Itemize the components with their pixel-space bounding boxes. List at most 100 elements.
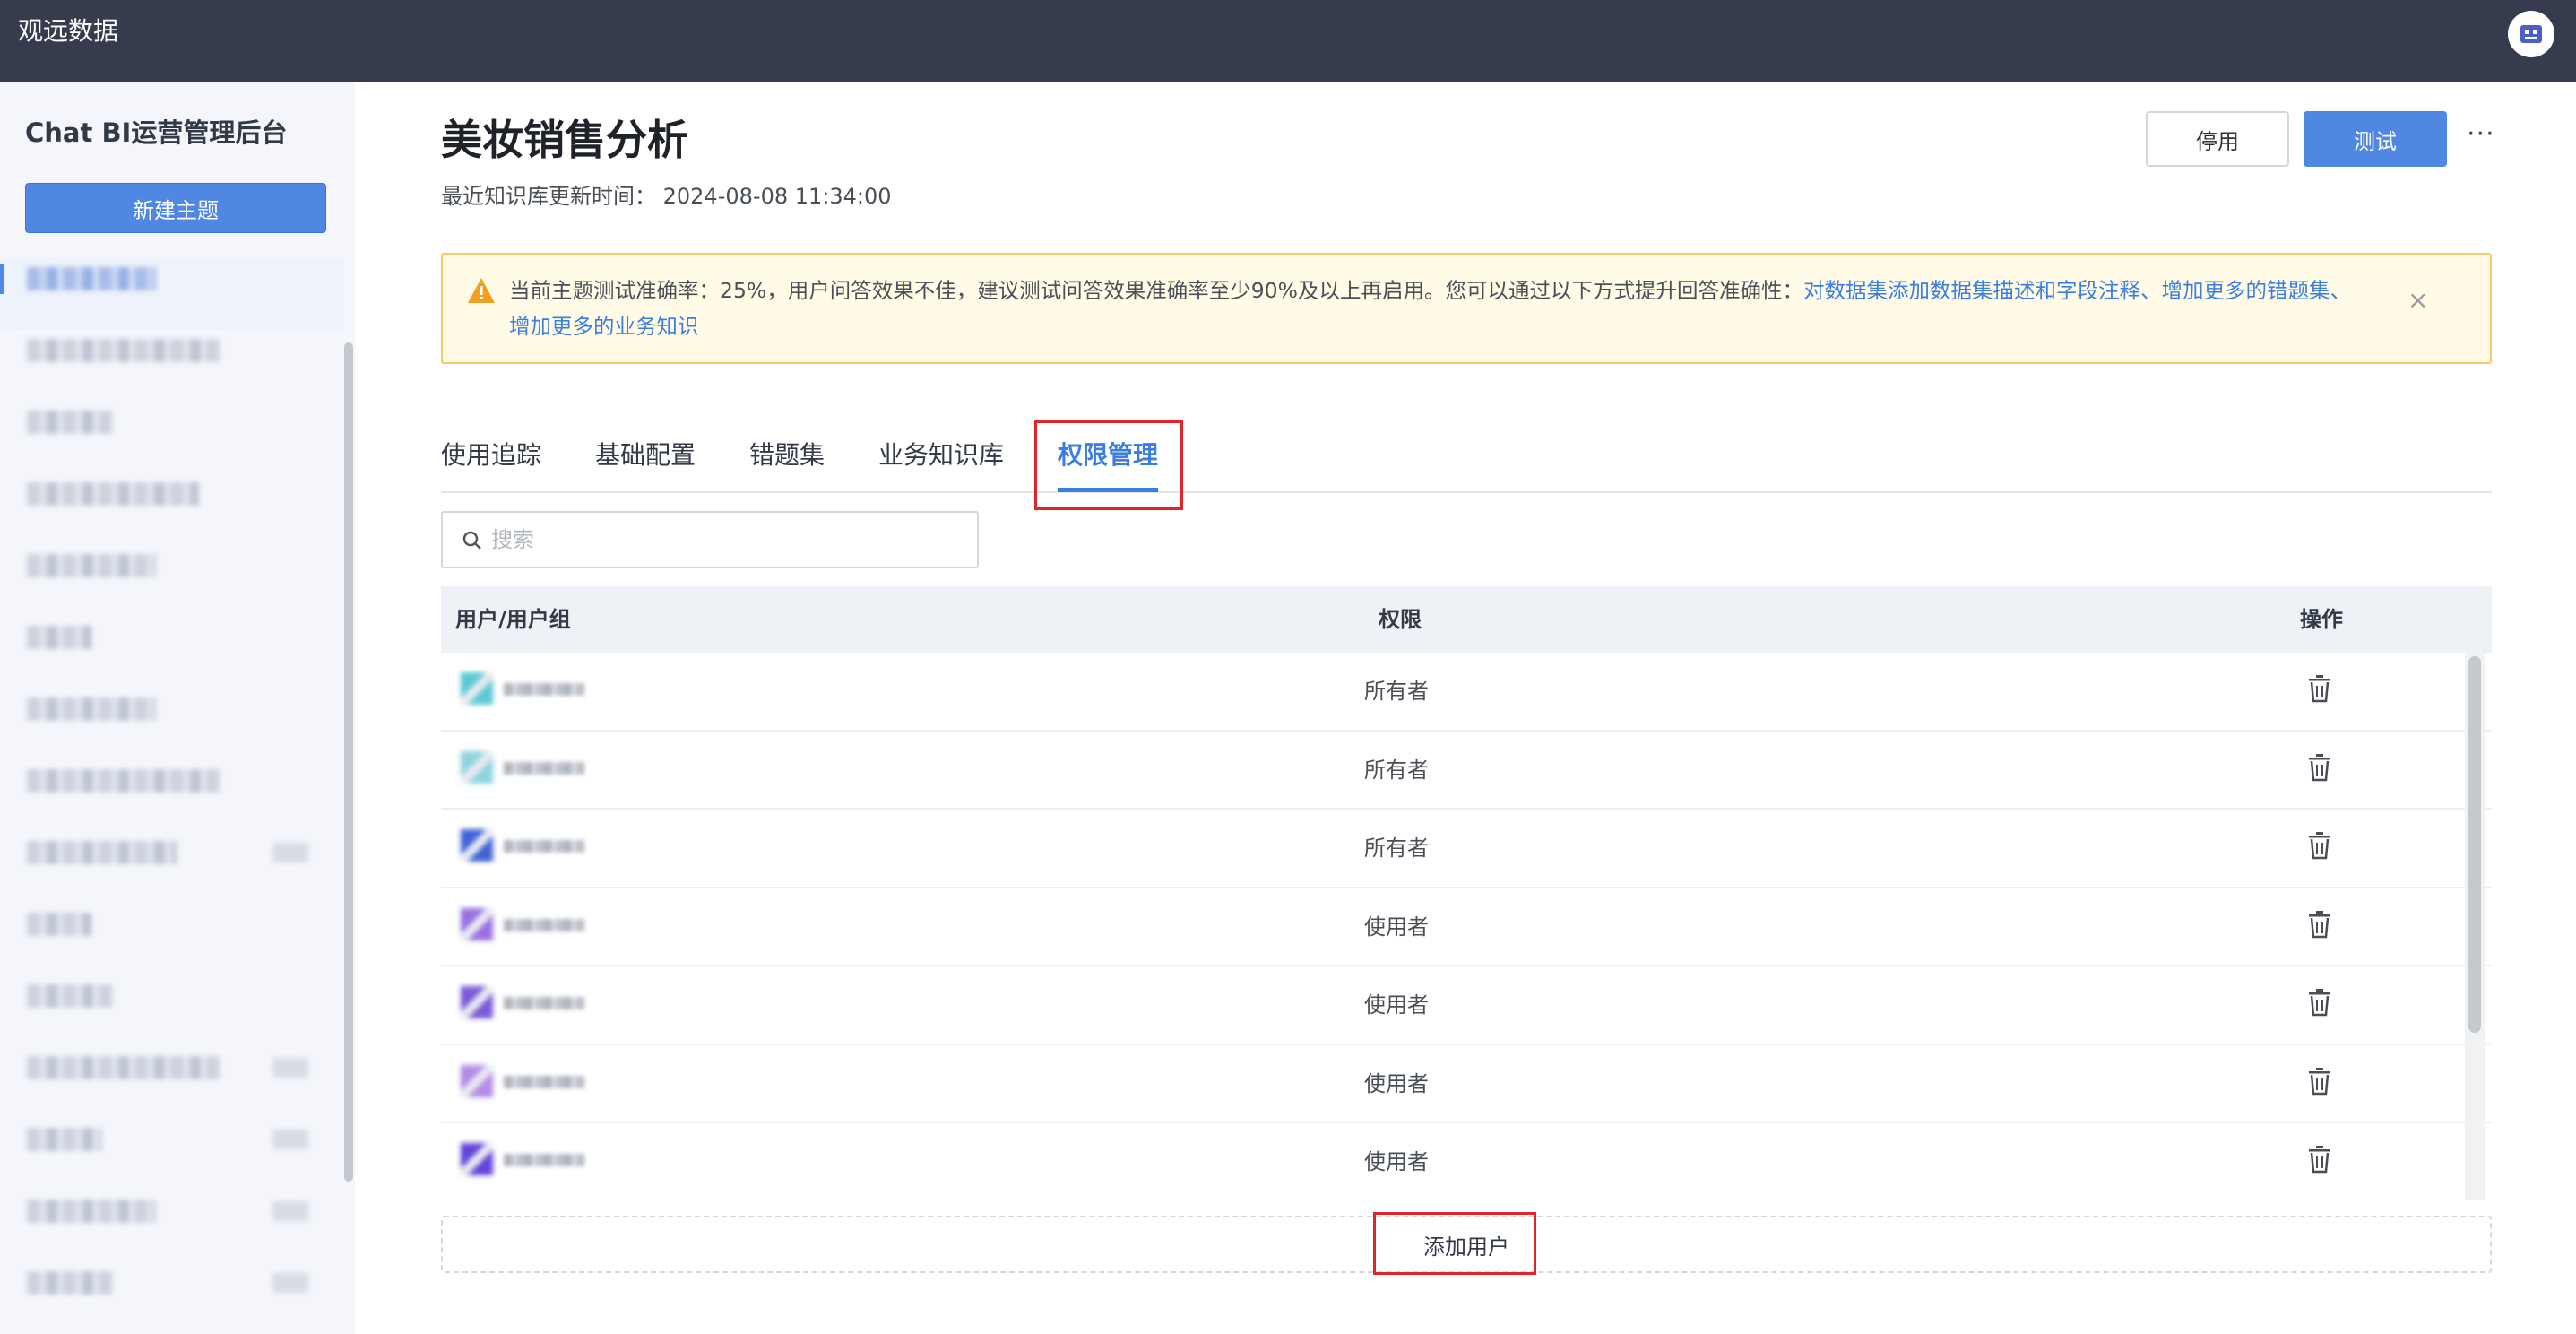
permission-label: 使用者 xyxy=(1364,1070,1429,1096)
more-icon[interactable]: ··· xyxy=(2467,118,2495,150)
topic-name-redacted xyxy=(27,554,156,577)
user-name-redacted xyxy=(504,761,584,775)
avatar xyxy=(461,750,493,784)
user-name-redacted xyxy=(504,1075,584,1088)
table-row: 使用者 xyxy=(441,888,2492,966)
table-row: 使用者 xyxy=(441,966,2492,1045)
user-name-redacted xyxy=(504,918,584,931)
new-topic-button[interactable]: 新建主题 xyxy=(25,183,326,233)
sidebar-topic-item[interactable] xyxy=(0,904,344,975)
sidebar-topic-item[interactable] xyxy=(0,832,344,904)
alert-link-knowledge[interactable]: 增加更多的业务知识 xyxy=(509,314,699,339)
page-title: 美妆销售分析 xyxy=(441,116,688,164)
topic-name-redacted xyxy=(27,769,220,793)
topic-tag-redacted xyxy=(272,1273,308,1293)
user-name-redacted xyxy=(504,840,584,853)
topic-tag-redacted xyxy=(272,1130,308,1149)
tab-business-knowledge[interactable]: 业务知识库 xyxy=(878,437,1004,473)
table-row: 所有者 xyxy=(441,810,2492,888)
alert-link-dataset[interactable]: 对数据集添加数据集描述和字段注释、增加更多的错题集、 xyxy=(1803,278,2351,303)
sidebar-topic-item[interactable] xyxy=(0,473,344,545)
topic-name-redacted xyxy=(27,697,156,721)
avatar xyxy=(461,1143,493,1175)
sidebar-topic-item[interactable] xyxy=(0,330,344,402)
brand-name: 观远数据 xyxy=(18,16,119,46)
tab-error-set[interactable]: 错题集 xyxy=(749,437,825,473)
permission-label: 所有者 xyxy=(1364,836,1429,861)
header-permission: 权限 xyxy=(1379,607,1422,632)
topic-name-redacted xyxy=(27,411,113,434)
delete-icon[interactable] xyxy=(2307,910,2332,942)
topic-name-redacted xyxy=(27,626,91,649)
header-user: 用户/用户组 xyxy=(455,607,571,632)
sidebar-topic-item[interactable] xyxy=(0,1191,344,1262)
topic-tag-redacted xyxy=(272,1201,308,1221)
topic-name-redacted xyxy=(27,984,113,1008)
permission-label: 所有者 xyxy=(1364,757,1429,783)
delete-icon[interactable] xyxy=(2307,988,2332,1020)
sidebar-topic-item[interactable] xyxy=(0,258,344,330)
close-icon[interactable]: × xyxy=(2407,285,2428,315)
tab-usage-tracking[interactable]: 使用追踪 xyxy=(441,437,541,473)
add-user-highlight-box xyxy=(1373,1212,1536,1275)
sidebar-topic-item[interactable] xyxy=(0,402,344,473)
permission-label: 使用者 xyxy=(1364,1149,1429,1174)
table-header: 用户/用户组 权限 操作 xyxy=(441,586,2492,653)
tab-basic-config[interactable]: 基础配置 xyxy=(595,437,696,473)
delete-icon[interactable] xyxy=(2307,674,2332,706)
table-scrollbar[interactable] xyxy=(2468,656,2481,1033)
search-box[interactable] xyxy=(441,511,979,568)
topic-name-redacted xyxy=(27,913,91,936)
topic-name-redacted xyxy=(27,1271,113,1295)
sidebar-topic-item[interactable] xyxy=(0,1047,344,1119)
sidebar-topic-item[interactable] xyxy=(0,1119,344,1191)
user-name-redacted xyxy=(504,683,584,696)
alert-message: 当前主题测试准确率：25%，用户问答效果不佳，建议测试问答效果准确率至少90%及… xyxy=(509,278,1803,303)
avatar xyxy=(461,829,493,862)
topic-name-redacted xyxy=(27,1056,220,1079)
avatar xyxy=(461,907,493,940)
table-row: 所有者 xyxy=(441,653,2492,732)
warning-icon xyxy=(466,276,497,308)
sidebar-topic-item[interactable] xyxy=(0,975,344,1047)
topic-name-redacted xyxy=(27,482,199,506)
table-row: 所有者 xyxy=(441,732,2492,810)
header-actions: 操作 xyxy=(2300,607,2343,632)
delete-icon[interactable] xyxy=(2307,1067,2332,1099)
tab-bar: 使用追踪 基础配置 错题集 业务知识库 权限管理 xyxy=(441,432,2492,493)
sidebar-topic-item[interactable] xyxy=(0,689,344,760)
table-body: 所有者 所有者 所有者 使用者 使用者 使用者 使用者 xyxy=(441,653,2492,1200)
table-row: 使用者 xyxy=(441,1045,2492,1123)
topic-name-redacted xyxy=(27,339,220,362)
avatar xyxy=(461,986,493,1018)
sidebar-topic-item[interactable] xyxy=(0,617,344,689)
user-name-redacted xyxy=(504,997,584,1009)
disable-button[interactable]: 停用 xyxy=(2146,111,2289,167)
delete-icon[interactable] xyxy=(2307,753,2332,785)
permission-table: 用户/用户组 权限 操作 所有者 所有者 所有者 使用者 使用者 使用者 使用者 xyxy=(441,586,2492,1200)
topic-name-redacted xyxy=(27,1128,102,1151)
search-input[interactable] xyxy=(491,522,957,558)
avatar xyxy=(461,1064,493,1097)
avatar xyxy=(461,672,493,705)
sidebar-topic-item[interactable] xyxy=(0,1262,344,1334)
topic-list xyxy=(0,258,344,1334)
sidebar-scrollbar[interactable] xyxy=(344,342,353,1182)
sidebar-topic-item[interactable] xyxy=(0,545,344,617)
user-name-redacted xyxy=(504,1154,584,1166)
sidebar-topic-item[interactable] xyxy=(0,760,344,832)
topic-name-redacted xyxy=(27,267,156,290)
top-bar: 观远数据 xyxy=(0,0,2576,82)
permission-label: 使用者 xyxy=(1364,992,1429,1018)
accuracy-alert: 当前主题测试准确率：25%，用户问答效果不佳，建议测试问答效果准确率至少90%及… xyxy=(441,253,2492,364)
permission-label: 使用者 xyxy=(1364,914,1429,940)
brand-logo-icon[interactable] xyxy=(2508,11,2554,57)
search-icon xyxy=(461,529,484,556)
topic-tag-redacted xyxy=(272,843,308,862)
test-button[interactable]: 测试 xyxy=(2304,111,2447,167)
table-row: 使用者 xyxy=(441,1123,2492,1200)
alert-text: 当前主题测试准确率：25%，用户问答效果不佳，建议测试问答效果准确率至少90%及… xyxy=(509,273,2373,344)
delete-icon[interactable] xyxy=(2307,831,2332,863)
delete-icon[interactable] xyxy=(2307,1145,2332,1177)
tab-highlight-box xyxy=(1034,420,1183,510)
